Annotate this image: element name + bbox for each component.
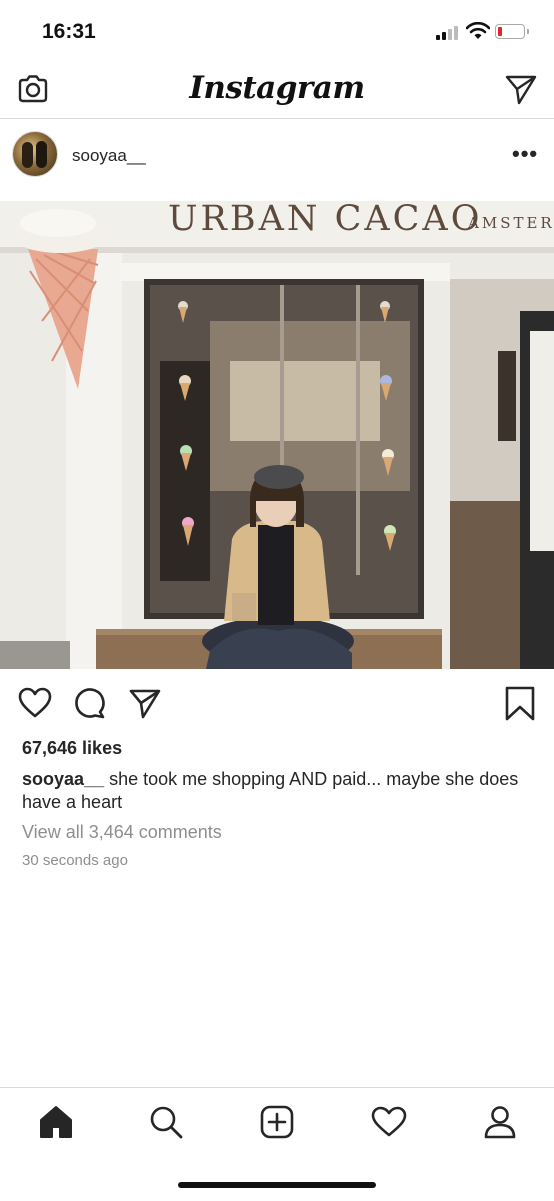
add-post-icon[interactable]	[259, 1104, 295, 1140]
search-icon[interactable]	[148, 1104, 184, 1140]
likes-count[interactable]: 67,646 likes	[22, 738, 122, 759]
share-icon[interactable]	[128, 686, 162, 720]
cellular-signal-icon	[436, 26, 458, 40]
post-caption: sooyaa__ she took me shopping AND paid..…	[22, 768, 522, 814]
profile-icon[interactable]	[482, 1104, 518, 1140]
shop-sign: URBAN CACAO	[168, 201, 483, 239]
caption-username[interactable]: sooyaa__	[22, 769, 104, 789]
avatar[interactable]	[12, 131, 58, 177]
bookmark-icon[interactable]	[504, 686, 536, 722]
battery-icon	[495, 24, 529, 39]
post-header: sooyaa__ •••	[0, 119, 554, 201]
more-options-icon[interactable]: •••	[512, 141, 538, 167]
top-nav-bar: Instagram	[0, 64, 554, 119]
shop-sign-side: AMSTER	[468, 214, 554, 232]
activity-heart-icon[interactable]	[371, 1104, 407, 1140]
wifi-icon	[466, 22, 490, 39]
direct-message-icon[interactable]	[504, 72, 538, 106]
view-comments-link[interactable]: View all 3,464 comments	[22, 822, 222, 843]
post-actions-bar	[0, 686, 554, 726]
post-photo[interactable]: URBAN CACAO AMSTER	[0, 201, 554, 669]
post-timestamp: 30 seconds ago	[22, 852, 128, 869]
home-icon[interactable]	[38, 1104, 74, 1140]
home-indicator	[178, 1182, 376, 1188]
status-time: 16:31	[42, 20, 96, 43]
comment-icon[interactable]	[73, 686, 107, 720]
heart-icon[interactable]	[18, 686, 52, 720]
storefront-illustration	[0, 201, 554, 669]
app-logo: Instagram	[189, 70, 365, 106]
status-bar: 16:31	[0, 0, 554, 64]
post-username[interactable]: sooyaa__	[72, 146, 146, 166]
